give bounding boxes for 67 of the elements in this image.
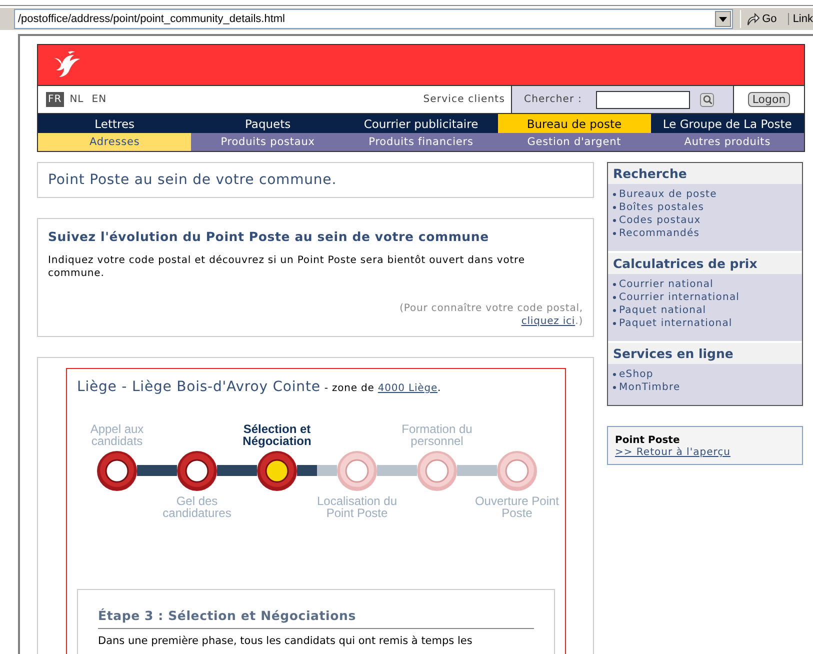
caret-icon xyxy=(719,16,728,22)
bullet-icon xyxy=(613,296,616,299)
bullet-icon xyxy=(613,232,616,235)
nav-tab[interactable]: Courrier publicitaire xyxy=(344,114,498,133)
go-button[interactable]: Go xyxy=(740,10,782,28)
bullet-icon xyxy=(613,206,616,209)
sidebar-link[interactable]: Paquet international xyxy=(619,318,732,329)
search-button[interactable] xyxy=(700,92,714,106)
subnav-tab[interactable]: Adresses xyxy=(38,133,192,151)
search-label: Chercher : xyxy=(524,94,584,105)
subnav-tab[interactable]: Gestion d'argent xyxy=(498,133,651,151)
dropdown-button[interactable] xyxy=(715,11,732,27)
nav-tab[interactable]: Bureau de poste xyxy=(498,114,651,133)
step-label: Formation du personnel xyxy=(400,421,474,447)
stage-title: Étape 3 : Sélection et Négociations xyxy=(98,608,534,629)
zone-link[interactable]: 4000 Liège xyxy=(378,383,438,394)
connector-line xyxy=(297,465,337,476)
links-label[interactable]: Link xyxy=(788,13,813,25)
step-label: Localisation du Point Poste xyxy=(316,495,398,521)
panel-title: Point Poste xyxy=(615,435,681,446)
sidebar-link[interactable]: Bureaux de poste xyxy=(619,189,717,200)
note-text: (Pour connaître votre code postal, cliquez ici.) xyxy=(398,302,583,328)
sidebar-link[interactable]: Courrier international xyxy=(619,292,740,303)
language-link[interactable]: EN xyxy=(90,92,109,107)
sidebar-link[interactable]: eShop xyxy=(619,369,654,380)
postal-code-link[interactable]: cliquez ici xyxy=(521,316,576,327)
nav-tab[interactable]: Lettres xyxy=(38,114,192,133)
sidebar-link[interactable]: Boîtes postales xyxy=(619,202,704,213)
step-label: Appel aux candidats xyxy=(89,421,145,447)
sidebar-link[interactable]: Recommandés xyxy=(619,228,700,239)
bullet-icon xyxy=(613,386,616,389)
arrow-icon xyxy=(746,12,760,26)
address-field[interactable]: /postoffice/address/point/point_community_details.html xyxy=(14,9,734,29)
nav-tab[interactable]: Paquets xyxy=(191,114,344,133)
nav-tab[interactable]: Le Groupe de La Poste xyxy=(650,114,804,133)
language-link[interactable]: NL xyxy=(68,92,86,107)
sidebar-link[interactable]: Codes postaux xyxy=(619,215,701,226)
subnav-tab[interactable]: Produits financiers xyxy=(344,133,498,151)
sidebar-link[interactable]: Paquet national xyxy=(619,305,706,316)
bullet-icon xyxy=(613,373,616,376)
bullet-icon xyxy=(613,283,616,286)
search-icon xyxy=(702,95,712,104)
bullet-icon xyxy=(613,193,616,196)
stage-text: Dans une première phase, tous les candidats qui ont remis à temps les xyxy=(98,635,474,647)
bullet-icon xyxy=(613,219,616,222)
sidebar-link[interactable]: Courrier national xyxy=(619,279,714,290)
step-label: Ouverture Point Poste xyxy=(474,495,560,521)
page-title: Point Poste au sein de votre commune. xyxy=(48,172,338,188)
search-field[interactable] xyxy=(596,90,690,108)
back-link[interactable]: >> Retour à l'aperçu xyxy=(615,447,795,458)
service-link[interactable]: Service clients xyxy=(423,86,511,113)
sidebar-heading: Calculatrices de prix xyxy=(608,251,802,274)
paragraph: Indiquez votre code postal et découvrez si un Point Poste sera bientôt ouvert dans votre commune. xyxy=(48,254,526,280)
sidebar-heading: Recherche xyxy=(608,163,802,184)
zone-text: - zone de 4000 Liège. xyxy=(324,383,442,394)
location-title: Liège - Liège Bois-d'Avroy Cointe xyxy=(77,379,320,395)
step-label: Sélection et Négociation xyxy=(242,421,312,447)
section-title: Suivez l'évolution du Point Poste au sein de votre commune xyxy=(48,229,490,244)
bullet-icon xyxy=(613,309,616,312)
subnav-tab[interactable]: Autres produits xyxy=(650,133,804,151)
sidebar-link[interactable]: MonTimbre xyxy=(619,382,680,393)
logon-button[interactable]: Logon xyxy=(748,92,790,107)
bullet-icon xyxy=(613,322,616,325)
sidebar-heading: Services en ligne xyxy=(608,341,802,364)
language-link[interactable]: FR xyxy=(46,92,64,107)
step-label: Gel des candidatures xyxy=(162,495,232,521)
subnav-tab[interactable]: Produits postaux xyxy=(191,133,344,151)
